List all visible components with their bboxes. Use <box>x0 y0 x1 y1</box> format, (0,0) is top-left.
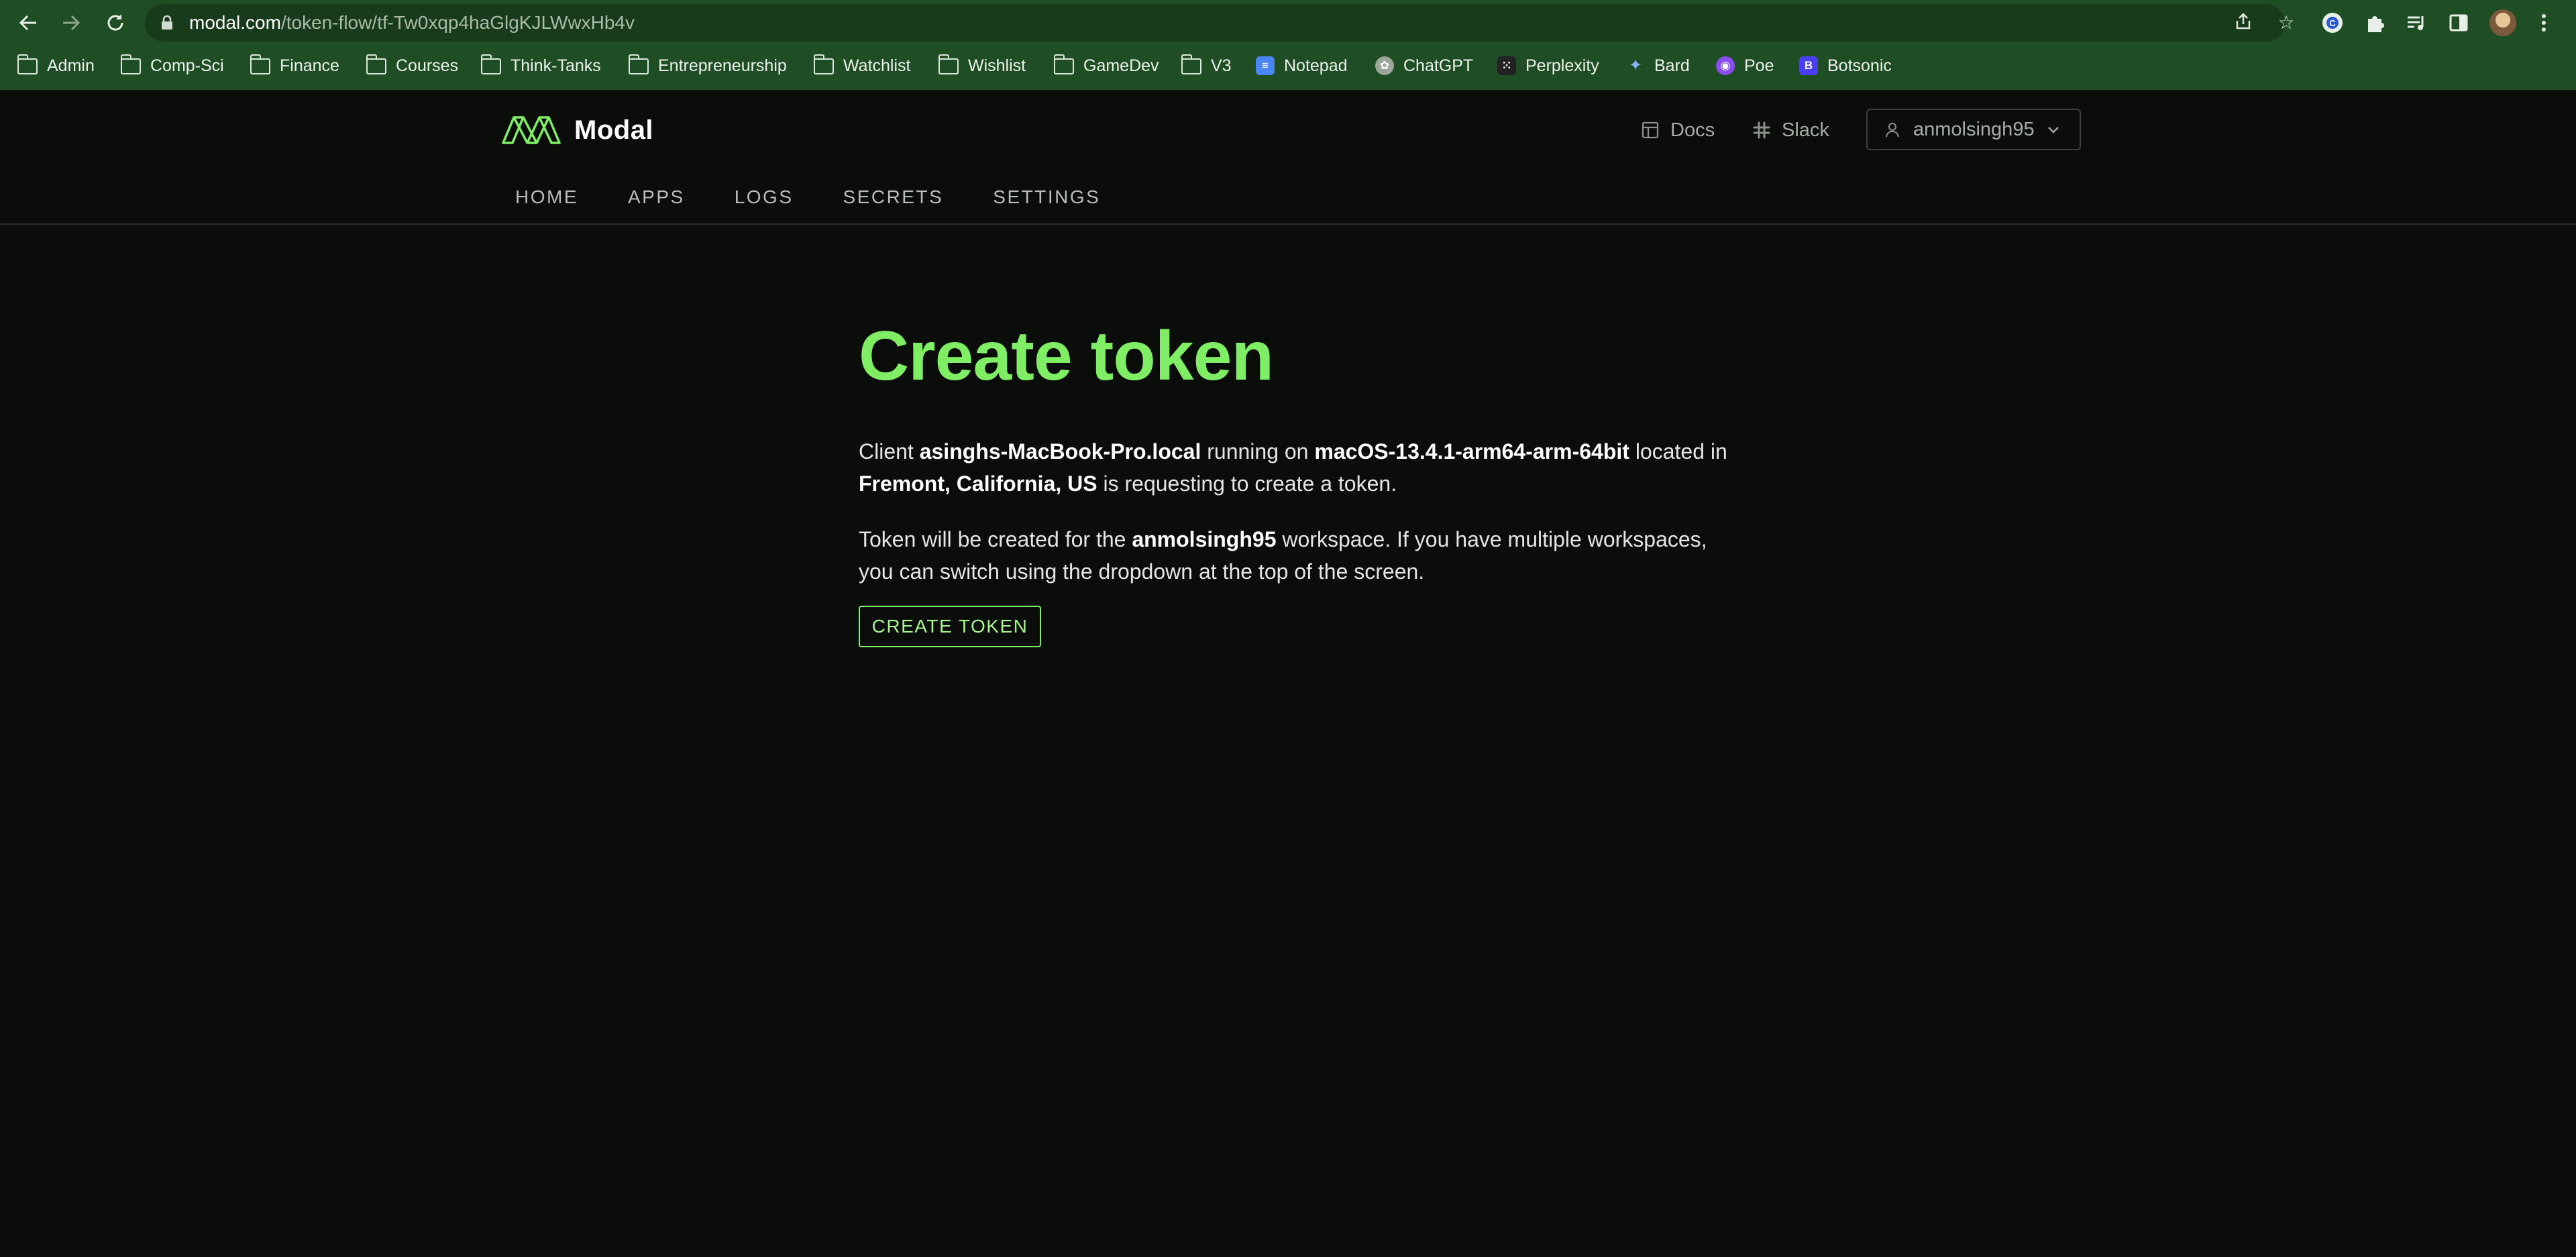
tab-apps[interactable]: APPS <box>628 186 685 208</box>
slack-link[interactable]: Slack <box>1752 114 1829 146</box>
modal-logo-icon <box>502 116 561 144</box>
workspace-info-text: Token will be created for the anmolsingh… <box>859 527 1707 584</box>
lock-icon <box>162 15 172 30</box>
workspace-name-bold: anmolsingh95 <box>1132 527 1277 551</box>
tab-home[interactable]: HOME <box>515 186 578 208</box>
tab-settings[interactable]: SETTINGS <box>993 186 1100 208</box>
slack-label: Slack <box>1782 119 1829 141</box>
docs-link[interactable]: Docs <box>1641 114 1715 146</box>
bookmark-courses[interactable]: Courses <box>366 48 458 83</box>
side-panel-icon[interactable] <box>2445 9 2472 36</box>
bookmark-v3[interactable]: V3 <box>1181 48 1232 83</box>
workspace-name: anmolsingh95 <box>1913 118 2035 140</box>
address-bar[interactable]: modal.com/token-flow/tf-Tw0xqp4haGlgKJLW… <box>145 4 2295 42</box>
bookmark-poe[interactable]: ◉ Poe <box>1715 48 1774 83</box>
folder-icon <box>628 54 650 75</box>
create-token-panel: Create token Client asinghs-MacBook-Pro.… <box>859 317 1731 647</box>
reload-icon[interactable] <box>99 7 131 39</box>
page-title: Create token <box>859 317 1274 395</box>
bookmark-notepad[interactable]: ≡ Notepad <box>1254 48 1348 83</box>
profile-avatar[interactable] <box>2489 9 2516 36</box>
docs-favicon-icon: ≡ <box>1254 56 1276 75</box>
botsonic-favicon-icon: B <box>1798 56 1819 75</box>
user-icon <box>1886 123 1899 138</box>
tab-secrets[interactable]: SECRETS <box>843 186 944 208</box>
slack-icon <box>1753 121 1770 139</box>
brand-home-link[interactable]: Modal <box>500 110 653 150</box>
bookmark-bard[interactable]: ✦ Bard <box>1625 48 1690 83</box>
folder-icon <box>813 54 835 75</box>
bookmark-admin[interactable]: Admin <box>17 48 95 83</box>
extensions-puzzle-icon[interactable] <box>2361 9 2388 36</box>
folder-icon <box>480 54 502 75</box>
folder-icon <box>250 54 272 75</box>
folder-icon <box>366 54 388 75</box>
folder-icon <box>17 54 39 75</box>
browser-chrome: modal.com/token-flow/tf-Tw0xqp4haGlgKJLW… <box>0 0 2576 90</box>
page: Modal Docs Slack anmolsingh95 HOME APPS … <box>0 90 2576 1257</box>
bookmark-comp-sci[interactable]: Comp-Sci <box>120 48 224 83</box>
folder-icon <box>120 54 142 75</box>
bookmark-entrepreneurship[interactable]: Entrepreneurship <box>628 48 787 83</box>
chatgpt-favicon-icon: ✿ <box>1374 56 1395 75</box>
bookmark-gamedev[interactable]: GameDev <box>1053 48 1159 83</box>
app-header: Modal Docs Slack anmolsingh95 HOME APPS … <box>0 90 2576 225</box>
client-os: macOS-13.4.1-arm64-arm-64bit <box>1314 439 1629 463</box>
main-nav: HOME APPS LOGS SECRETS SETTINGS <box>515 177 1150 217</box>
bard-favicon-icon: ✦ <box>1628 56 1643 74</box>
svg-text:C: C <box>2329 18 2336 28</box>
back-icon[interactable] <box>12 7 44 39</box>
bookmarks-bar: Admin Comp-Sci Finance Courses Think-Tan… <box>0 48 2576 83</box>
client-name: asinghs-MacBook-Pro.local <box>919 439 1201 463</box>
bookmark-finance[interactable]: Finance <box>250 48 339 83</box>
workspace-dropdown[interactable]: anmolsingh95 <box>1866 109 2081 150</box>
bookmark-watchlist[interactable]: Watchlist <box>813 48 910 83</box>
folder-icon <box>938 54 960 75</box>
create-token-button[interactable]: CREATE TOKEN <box>859 606 1041 647</box>
folder-icon <box>1053 54 1075 75</box>
bookmark-wishlist[interactable]: Wishlist <box>938 48 1026 83</box>
brand-name: Modal <box>574 115 654 145</box>
docs-label: Docs <box>1670 119 1715 141</box>
bookmark-perplexity[interactable]: ⁙ Perplexity <box>1496 48 1599 83</box>
perplexity-favicon-icon: ⁙ <box>1496 56 1517 75</box>
client-info-text: Client asinghs-MacBook-Pro.local running… <box>859 439 1727 496</box>
folder-icon <box>1181 54 1203 75</box>
docs-icon <box>1642 121 1659 139</box>
media-queue-icon[interactable] <box>2403 9 2430 36</box>
tab-logs[interactable]: LOGS <box>735 186 794 208</box>
bookmark-botsonic[interactable]: B Botsonic <box>1798 48 1892 83</box>
url-text[interactable]: modal.com/token-flow/tf-Tw0xqp4haGlgKJLW… <box>189 4 635 42</box>
bookmark-star-icon[interactable]: ☆ <box>2275 12 2297 34</box>
poe-favicon-icon: ◉ <box>1715 56 1736 75</box>
extension-c-icon[interactable]: C <box>2319 9 2346 36</box>
share-icon[interactable] <box>2233 12 2254 34</box>
chevron-down-icon <box>2048 127 2059 133</box>
client-location: Fremont, California, US <box>859 472 1097 496</box>
bookmark-think-tanks[interactable]: Think-Tanks <box>480 48 601 83</box>
bookmark-chatgpt[interactable]: ✿ ChatGPT <box>1374 48 1473 83</box>
forward-icon[interactable] <box>55 7 87 39</box>
browser-toolbar: modal.com/token-flow/tf-Tw0xqp4haGlgKJLW… <box>0 0 2576 46</box>
more-menu-icon[interactable] <box>2530 9 2557 36</box>
